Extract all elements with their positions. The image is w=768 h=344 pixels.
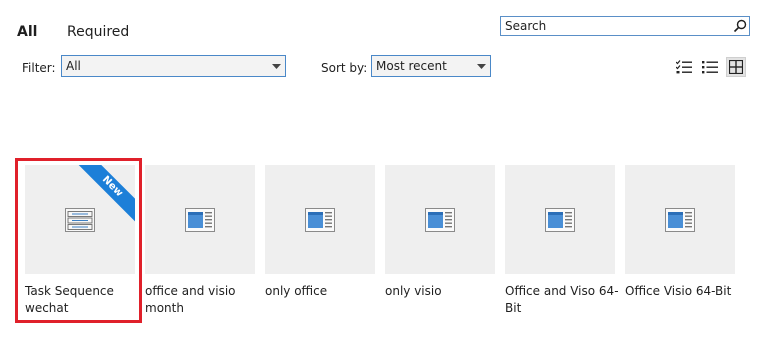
tile-title: Task Sequence wechat [25,284,114,315]
tab-required[interactable]: Required [67,23,129,41]
filter-value: All [66,59,81,73]
tile-thumbnail[interactable] [505,165,615,274]
software-tile[interactable]: only office [265,165,375,300]
tile-thumbnail[interactable] [265,165,375,274]
software-tile[interactable]: Office Visio 64-Bit [625,165,735,300]
sort-label: Sort by: [321,61,368,75]
sort-dropdown[interactable]: Most recent [371,55,491,77]
tab-bar: All Required [17,23,129,41]
software-tile[interactable]: New Task Sequence wechat [25,165,135,317]
application-icon [425,207,455,232]
tile-thumbnail[interactable] [145,165,255,274]
tab-all[interactable]: All [17,23,67,41]
sort-value: Most recent [376,59,447,73]
software-tile[interactable]: only visio [385,165,495,300]
task-sequence-icon [65,207,95,232]
application-icon [665,207,695,232]
list-view-icon[interactable] [700,57,720,77]
application-icon [185,207,215,232]
software-tile[interactable]: Office and Viso 64-Bit [505,165,619,317]
tile-title: office and visio month [145,284,236,315]
tile-thumbnail[interactable] [625,165,735,274]
search-box [500,16,750,36]
chevron-down-icon [267,63,285,69]
application-icon [545,207,575,232]
application-icon [305,207,335,232]
filter-label: Filter: [22,61,56,75]
tile-title: only visio [385,284,442,298]
view-mode-toggle [674,57,746,77]
software-tile[interactable]: office and visio month [145,165,255,317]
tile-view-icon[interactable] [726,57,746,77]
filter-dropdown[interactable]: All [61,55,286,77]
search-icon[interactable] [731,17,749,35]
tile-title: only office [265,284,328,298]
search-input[interactable] [501,18,731,34]
tile-title: Office and Viso 64-Bit [505,284,619,315]
tile-title: Office Visio 64-Bit [625,284,732,298]
tile-thumbnail[interactable]: New [25,165,135,274]
tile-thumbnail[interactable] [385,165,495,274]
checklist-view-icon[interactable] [674,57,694,77]
chevron-down-icon [472,63,490,69]
